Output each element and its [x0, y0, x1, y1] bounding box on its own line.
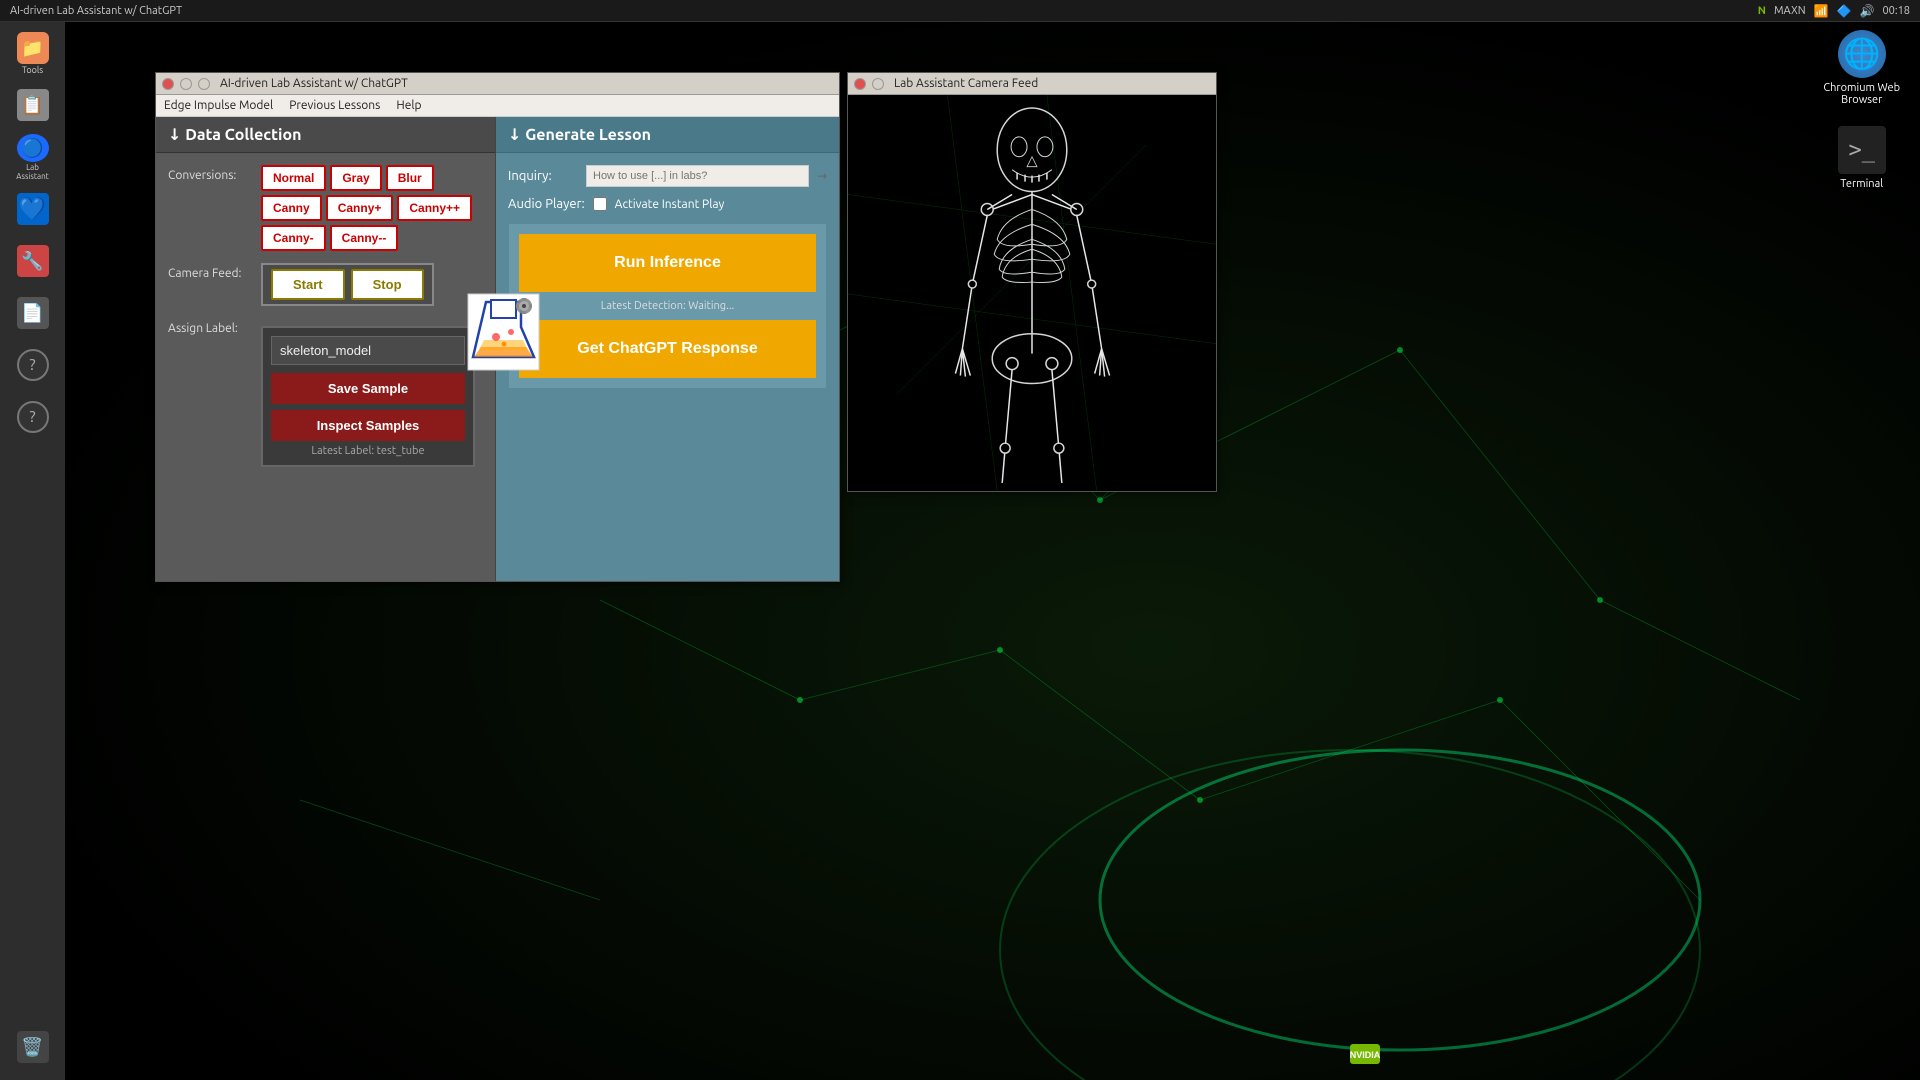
volume-icon: 🔊: [1860, 4, 1875, 18]
start-button[interactable]: Start: [271, 269, 345, 300]
camera-titlebar: Lab Assistant Camera Feed: [848, 73, 1216, 95]
sidebar-item-lab-assistant[interactable]: 🔵 LabAssistant: [9, 134, 57, 182]
btn-canny[interactable]: Canny: [261, 195, 322, 221]
btn-canny-plusplus[interactable]: Canny++: [397, 195, 472, 221]
btn-blur[interactable]: Blur: [386, 165, 434, 191]
camera-feed-buttons: Start Stop: [261, 263, 434, 306]
camera-feed-display: [848, 95, 1216, 491]
conversion-buttons: Normal Gray Blur Canny Canny+ Canny++ Ca…: [261, 165, 483, 251]
assign-label-section: Assign Label: Save Sample Inspect Sample…: [168, 318, 483, 467]
btn-canny-plus[interactable]: Canny+: [326, 195, 394, 221]
left-panel: ↓ Data Collection Conversions: Normal Gr…: [156, 117, 496, 581]
inspect-samples-button[interactable]: Inspect Samples: [271, 410, 465, 441]
minimize-button[interactable]: [180, 78, 192, 90]
data-collection-header: ↓ Data Collection: [156, 117, 495, 153]
stop-button[interactable]: Stop: [351, 269, 424, 300]
inquiry-label: Inquiry:: [508, 169, 578, 183]
app-menubar: Edge Impulse Model Previous Lessons Help: [156, 95, 839, 117]
app-content: ↓ Data Collection Conversions: Normal Gr…: [156, 117, 839, 581]
label-input-section: Save Sample Inspect Samples Latest Label…: [261, 326, 475, 467]
activate-instant-play-label: Activate Instant Play: [615, 198, 725, 211]
menu-help[interactable]: Help: [388, 97, 429, 114]
wifi-icon: 📶: [1814, 4, 1829, 18]
svg-text:NVIDIA: NVIDIA: [1350, 1050, 1380, 1060]
maxn-label: MAXN: [1774, 5, 1806, 17]
instant-play-checkbox[interactable]: [593, 197, 607, 211]
save-sample-button[interactable]: Save Sample: [271, 373, 465, 404]
sidebar-item-tools-label: Tools: [22, 66, 43, 76]
get-chatgpt-response-button[interactable]: Get ChatGPT Response: [519, 320, 816, 378]
sidebar-item-lab-label: LabAssistant: [16, 164, 49, 182]
maximize-button[interactable]: [198, 78, 210, 90]
app-title: AI-driven Lab Assistant w/ ChatGPT: [220, 77, 408, 90]
topbar-title: AI-driven Lab Assistant w/ ChatGPT: [0, 5, 1758, 17]
inquiry-input-field[interactable]: [586, 165, 809, 187]
btn-canny-minus[interactable]: Canny-: [261, 225, 326, 251]
camera-minimize-button[interactable]: [872, 78, 884, 90]
btn-canny-minusminus[interactable]: Canny--: [330, 225, 399, 251]
btn-normal[interactable]: Normal: [261, 165, 326, 191]
run-inference-button[interactable]: Run Inference: [519, 234, 816, 292]
chromium-label: Chromium WebBrowser: [1823, 82, 1900, 106]
sidebar-item-help2[interactable]: ?: [9, 394, 57, 442]
bluetooth-icon: 🔷: [1837, 4, 1852, 18]
camera-window-title: Lab Assistant Camera Feed: [894, 77, 1038, 90]
inference-panel: Run Inference Latest Detection: Waiting.…: [508, 223, 827, 389]
app-window: AI-driven Lab Assistant w/ ChatGPT Edge …: [155, 72, 840, 582]
label-input-field[interactable]: [271, 336, 465, 365]
conversions-section: Conversions: Normal Gray Blur Canny Cann…: [168, 165, 483, 251]
sidebar: 📁 Tools 📋 🔵 LabAssistant 💙 🔧 📄: [0, 22, 65, 1080]
close-button[interactable]: [162, 78, 174, 90]
sidebar-item-notes[interactable]: 📄: [9, 290, 57, 338]
menu-previous-lessons[interactable]: Previous Lessons: [281, 97, 388, 114]
terminal-label: Terminal: [1840, 178, 1883, 190]
sidebar-item-trash[interactable]: 🗑️: [9, 1024, 57, 1072]
sidebar-item-filemanager[interactable]: 📋: [9, 82, 57, 130]
app-titlebar: AI-driven Lab Assistant w/ ChatGPT: [156, 73, 839, 95]
camera-window: Lab Assistant Camera Feed: [847, 72, 1217, 492]
generate-lesson-header: ↓ Generate Lesson: [496, 117, 839, 153]
sidebar-item-help1[interactable]: ?: [9, 342, 57, 390]
camera-feed-label: Camera Feed:: [168, 263, 253, 280]
camera-feed-section: Camera Feed: Start Stop: [168, 263, 483, 306]
menu-edge-impulse[interactable]: Edge Impulse Model: [156, 97, 281, 114]
sidebar-item-settings[interactable]: 🔧: [9, 238, 57, 286]
topbar-right: N MAXN 📶 🔷 🔊 00:18: [1758, 4, 1920, 18]
latest-detection-status: Latest Detection: Waiting...: [519, 300, 816, 312]
audio-player-label: Audio Player:: [508, 197, 585, 211]
latest-label-status: Latest Label: test_tube: [271, 445, 465, 457]
desktop-icons: 🌐 Chromium WebBrowser >_ Terminal: [1823, 30, 1900, 190]
btn-gray[interactable]: Gray: [330, 165, 381, 191]
camera-close-button[interactable]: [854, 78, 866, 90]
clock: 00:18: [1882, 5, 1910, 17]
desktop-icon-terminal[interactable]: >_ Terminal: [1838, 126, 1886, 190]
sidebar-item-code[interactable]: 💙: [9, 186, 57, 234]
topbar: AI-driven Lab Assistant w/ ChatGPT N MAX…: [0, 0, 1920, 22]
sidebar-item-tools[interactable]: 📁 Tools: [9, 30, 57, 78]
assign-label-text: Assign Label:: [168, 318, 253, 335]
conversions-label: Conversions:: [168, 165, 253, 182]
nvidia-tray-icon: N: [1758, 5, 1766, 17]
nvidia-logo: NVIDIA: [1350, 1044, 1380, 1068]
audio-player-row: Audio Player: Activate Instant Play: [508, 197, 827, 211]
inquiry-arrow-icon: →: [817, 169, 827, 183]
desktop-icon-chromium[interactable]: 🌐 Chromium WebBrowser: [1823, 30, 1900, 106]
lab-icon: [466, 292, 541, 372]
right-panel: ↓ Generate Lesson Inquiry: → Audio Playe…: [496, 117, 839, 581]
inquiry-row: Inquiry: →: [508, 165, 827, 187]
